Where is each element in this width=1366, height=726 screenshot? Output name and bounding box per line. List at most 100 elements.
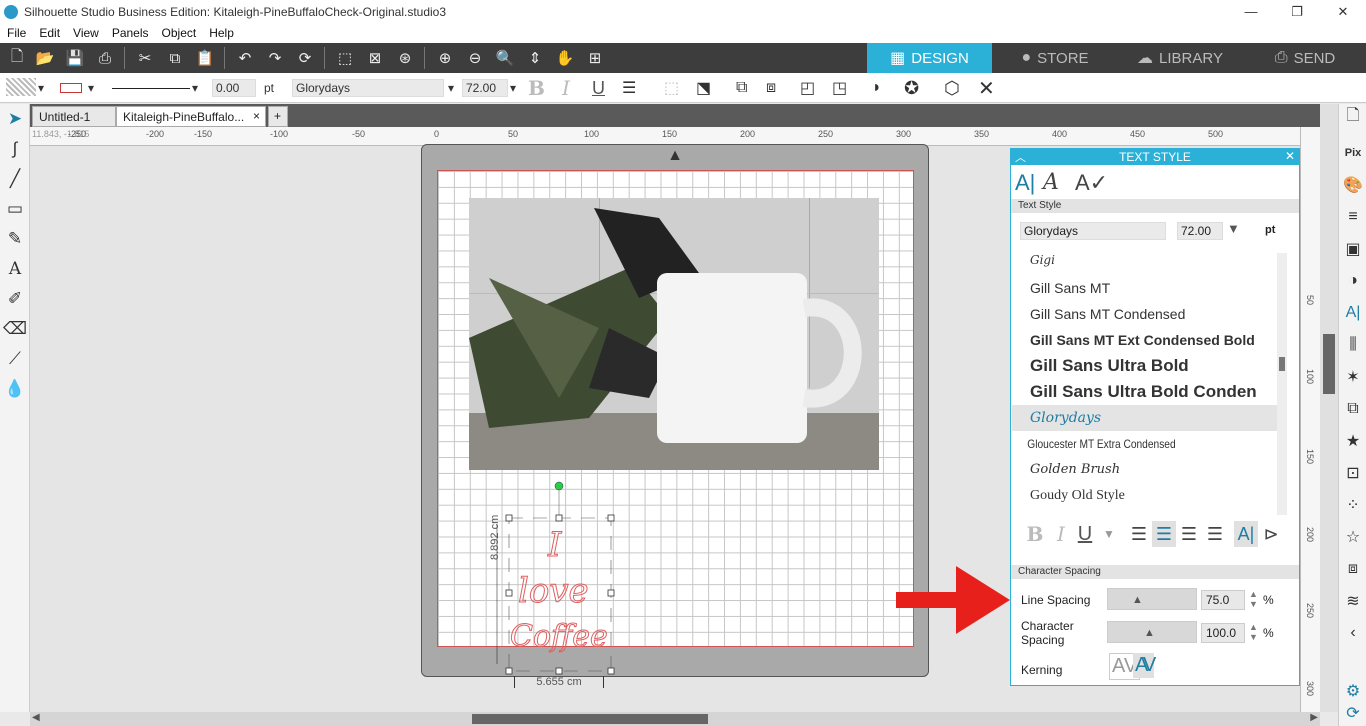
collapse-chevron-icon[interactable]: ︿ [1015,149,1026,165]
italic-button[interactable]: I [562,76,570,100]
font-item-selected[interactable]: Glorydays [1012,405,1279,431]
mug-photo[interactable] [469,198,879,470]
text-style-icon[interactable]: A| [1342,302,1364,324]
line-spacing-stepper[interactable]: ▲ ▼ [1249,589,1258,609]
menu-file[interactable]: File [0,26,32,40]
eyedropper-tool-icon[interactable]: 💧 [4,378,26,400]
library-star-icon[interactable]: ★ [1342,430,1364,452]
star-icon[interactable]: ✪ [904,78,919,98]
tab-close-icon[interactable]: × [253,109,260,123]
select-by-color-icon[interactable]: ⊛ [394,48,416,68]
redo-icon[interactable]: ↷ [264,48,286,68]
kerning-on-button[interactable]: AV [1133,653,1156,678]
page-setup-icon[interactable]: 🗋 [1342,106,1364,128]
eraser-tool-icon[interactable]: ⌫ [3,318,27,340]
close-button[interactable]: ✕ [1320,0,1366,23]
tab-store[interactable]: ● STORE [1000,43,1110,73]
rotate-handle[interactable] [554,481,564,491]
open-folder-icon[interactable]: 📂 [34,48,56,68]
select-pointer-icon[interactable]: ➤ [4,108,26,130]
selected-text-object[interactable]: I love Coffee [488,478,628,688]
font-item[interactable]: Goudy Old Style [1012,483,1279,509]
collapse-left-icon[interactable]: ‹ [1342,622,1364,644]
zoom-select-icon[interactable]: 🔍 [494,48,516,68]
settings-gear-icon[interactable]: ⚙ [1342,680,1364,702]
resize-handle[interactable] [555,667,563,675]
menu-object[interactable]: Object [155,26,203,40]
line-tool-icon[interactable]: ╱ [4,168,26,190]
replicate-icon[interactable]: ⧉ [1342,398,1364,420]
chevron-down-icon[interactable]: ▾ [448,78,454,98]
align-right-icon[interactable]: ☰ [1177,521,1201,547]
rectangle-tool-icon[interactable]: ▭ [4,198,26,220]
resize-handle[interactable] [505,667,513,675]
tab-untitled-1[interactable]: Untitled-1 [32,106,116,127]
sketch-icon[interactable]: ≋ [1342,590,1364,612]
chevron-down-icon[interactable]: ▼ [1227,221,1240,236]
text-effects-tab-icon[interactable]: A [1043,170,1059,195]
chevron-down-icon[interactable]: ▾ [510,78,516,98]
zoom-out-icon[interactable]: ⊖ [464,48,486,68]
trace-icon[interactable]: ▣ [1342,238,1364,260]
restore-button[interactable]: ❐ [1274,0,1320,23]
group-icon[interactable]: ⧉ [736,78,747,98]
cut-icon[interactable]: ✂ [134,48,156,68]
resize-handle[interactable] [505,589,513,597]
resize-handle[interactable] [607,514,615,522]
font-item[interactable]: Golden Brush [1012,457,1279,483]
text-spelling-tab-icon[interactable]: A✓ [1075,170,1108,196]
vertical-scrollbar[interactable] [1320,104,1338,712]
add-tab-button[interactable]: + [268,106,288,127]
font-list[interactable]: Gigi Gill Sans MT Gill Sans MT Condensed… [1012,253,1279,515]
paste-icon[interactable]: 📋 [194,48,216,68]
sync-icon[interactable]: ⟳ [1342,702,1364,724]
pixscan-icon[interactable]: Pix [1342,142,1364,164]
transform-icon[interactable]: ⬚ [664,78,679,98]
underline-button[interactable]: U [592,78,605,98]
dots-pattern-icon[interactable]: ⁘ [1342,494,1364,516]
font-size-input[interactable]: 72.00 [462,79,508,97]
character-spacing-input[interactable]: 100.0 [1201,623,1245,643]
font-select[interactable]: Glorydays [292,79,444,97]
line-spacing-input[interactable]: 75.0 [1201,590,1245,610]
close-icon[interactable]: ✕ [978,78,995,100]
menu-help[interactable]: Help [202,26,240,40]
send-backward-icon[interactable]: ◳ [832,78,847,98]
contrast-icon[interactable]: ◑ [1342,270,1364,292]
bring-forward-icon[interactable]: ◰ [800,78,815,98]
layers-icon[interactable]: ⧈ [1342,558,1364,580]
panel-underline-button[interactable]: U [1073,521,1097,547]
select-all-icon[interactable]: ⬚ [334,48,356,68]
bold-button[interactable]: B [528,76,545,100]
deselect-icon[interactable]: ⊠ [364,48,386,68]
horizontal-scrollbar[interactable]: ◀ ▶ [30,712,1320,726]
chevron-down-icon[interactable]: ▾ [192,78,198,98]
trace-monitor-icon[interactable]: ⊡ [1342,462,1364,484]
resize-handle[interactable] [505,514,513,522]
text-style-tab-icon[interactable]: A| [1015,170,1035,196]
font-item[interactable]: Gill Sans Ultra Bold Conden [1012,379,1279,405]
tab-library[interactable]: ☁ LIBRARY [1120,43,1240,73]
knife-tool-icon[interactable]: ⟋ [4,348,26,370]
tab-kitaleigh[interactable]: Kitaleigh-PineBuffalo... × [116,106,266,127]
undo-icon[interactable]: ↶ [234,48,256,68]
line-color-swatch[interactable] [60,83,82,93]
rotate-icon[interactable]: ⟳ [294,48,316,68]
copy-icon[interactable]: ⧉ [164,48,186,68]
panel-close-icon[interactable]: ✕ [1285,149,1295,163]
chevron-down-icon[interactable]: ▾ [38,78,44,98]
pan-hand-icon[interactable]: ✋ [554,48,576,68]
align-icon[interactable]: ⫼ [1342,334,1364,356]
minimize-button[interactable]: — [1228,0,1274,23]
align-left-icon[interactable]: ☰ [1127,521,1151,547]
new-document-icon[interactable]: 🗋 [6,48,28,68]
print-icon[interactable]: ⎙ [94,48,116,68]
pencil-tool-icon[interactable]: ✎ [4,228,26,250]
font-item[interactable]: Gill Sans Ultra Bold [1012,353,1279,379]
horizontal-text-icon[interactable]: A| [1234,521,1258,547]
font-list-scrollbar[interactable] [1277,253,1287,515]
line-style-icon[interactable]: ≡ [1342,206,1364,228]
font-item[interactable]: Gill Sans MT Condensed [1012,301,1279,327]
menu-edit[interactable]: Edit [32,26,66,40]
align-icon[interactable]: ⬔ [696,78,711,98]
